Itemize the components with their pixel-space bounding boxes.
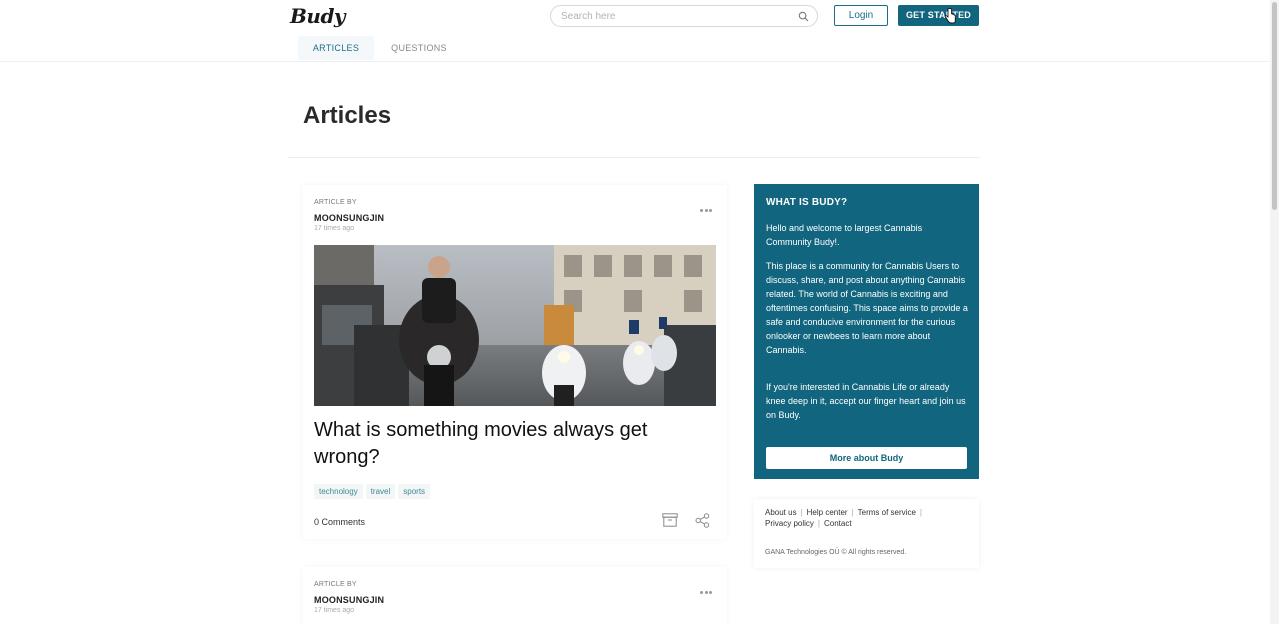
share-icon[interactable] [695,513,710,528]
footer-links-panel: About us | Help center | Terms of service | Pr… [754,499,979,568]
divider [288,157,980,158]
search-box[interactable] [550,5,818,27]
get-started-button[interactable]: GET STARTED [898,5,979,26]
scrollbar-thumb[interactable] [1272,2,1277,210]
article-title[interactable]: What is something movies always get wron… [314,417,716,471]
search-input[interactable] [561,9,791,23]
footer-link-help[interactable]: Help center [807,508,848,517]
footer-link-terms[interactable]: Terms of service [858,508,916,517]
footer-links: About us | Help center | Terms of service | Pr… [765,507,965,529]
more-options-icon[interactable] [700,199,714,212]
footer-link-contact[interactable]: Contact [824,519,852,528]
footer-link-about[interactable]: About us [765,508,797,517]
article-card[interactable]: ARTICLE BY MOONSUNGJIN 17 times ago [303,185,727,539]
article-card[interactable]: ARTICLE BY MOONSUNGJIN 17 times ago [303,567,727,624]
article-byline: ARTICLE BY [314,199,357,206]
copyright: GANA Technologies OÜ © All rights reserv… [765,549,907,556]
tag[interactable]: travel [365,484,396,499]
tag[interactable]: sports [398,484,431,499]
tag-list: technology travel sports [314,481,433,499]
article-time: 17 times ago [314,607,355,614]
about-heading: WHAT IS BUDY? [766,197,848,208]
more-options-icon[interactable] [700,581,714,594]
top-navbar: Budy Login GET STARTED ARTICLES QUESTION… [0,0,1270,62]
separator: | [817,519,820,528]
about-paragraph: Hello and welcome to largest Cannabis Co… [766,223,923,247]
article-byline: ARTICLE BY [314,581,357,588]
archive-icon[interactable] [662,513,678,527]
hand-cursor-icon [944,8,956,24]
about-budy-panel: WHAT IS BUDY? Hello and welcome to large… [754,184,979,479]
tag[interactable]: technology [314,484,363,499]
article-image[interactable] [314,245,716,406]
page-title: Articles [303,102,392,129]
article-author[interactable]: MOONSUNGJIN [314,595,384,605]
search-icon[interactable] [798,11,809,22]
comments-count[interactable]: 0 Comments [314,517,365,527]
article-author[interactable]: MOONSUNGJIN [314,213,384,223]
footer-link-privacy[interactable]: Privacy policy [765,519,814,528]
about-paragraph: This place is a community for Cannabis U… [766,261,968,355]
separator: | [800,508,803,517]
logo[interactable]: Budy [290,4,346,28]
more-about-budy-button[interactable]: More about Budy [766,447,967,469]
separator: | [919,508,922,517]
separator: | [851,508,854,517]
tab-articles[interactable]: ARTICLES [298,36,374,60]
scrollbar[interactable] [1270,0,1279,624]
article-time: 17 times ago [314,225,355,232]
about-paragraph: If you're interested in Cannabis Life or… [766,382,966,420]
login-button[interactable]: Login [834,5,888,26]
page: Budy Login GET STARTED ARTICLES QUESTION… [0,0,1279,624]
tab-questions[interactable]: QUESTIONS [382,36,456,60]
